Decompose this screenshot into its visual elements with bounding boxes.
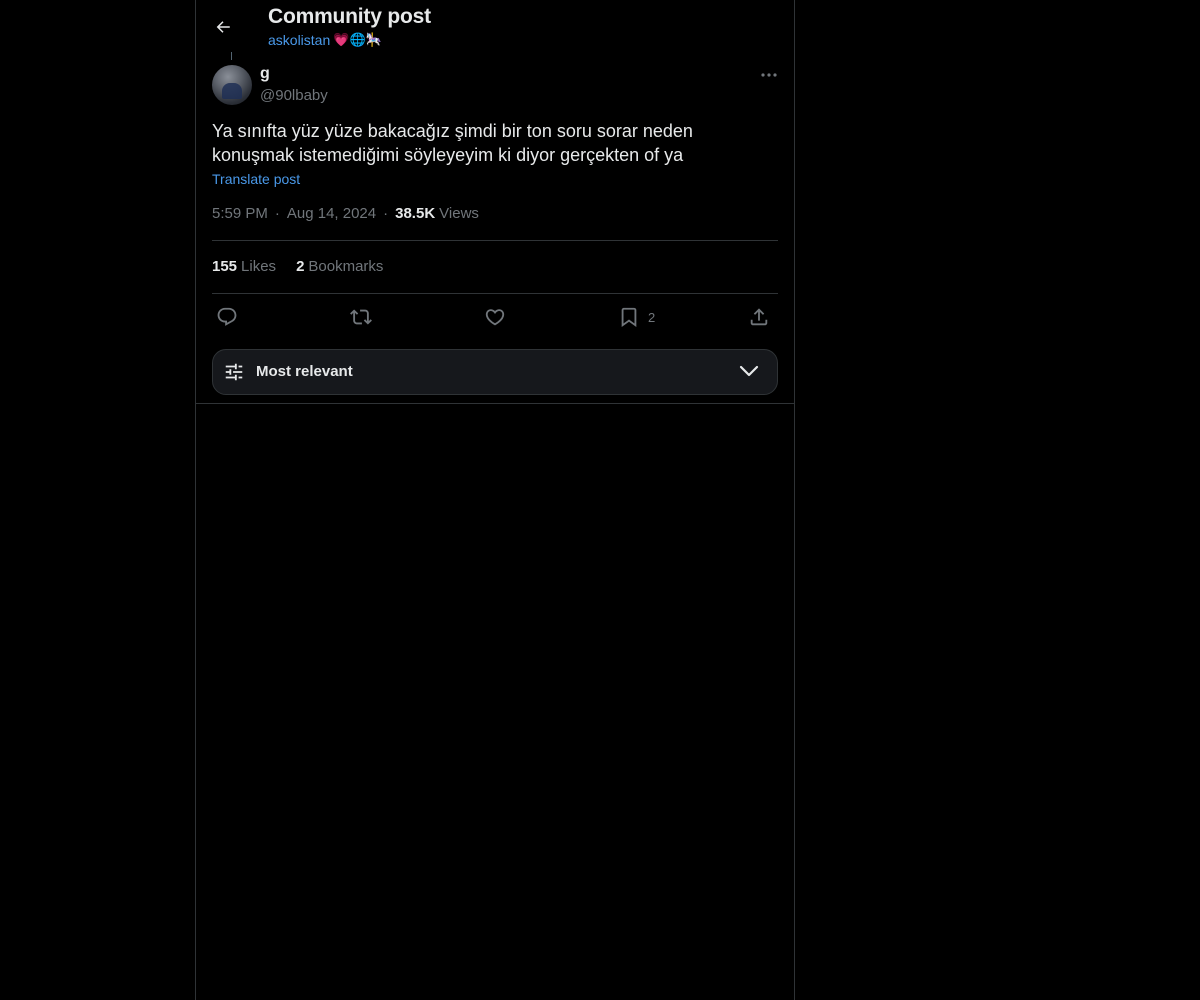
- author-handle[interactable]: @90lbaby: [260, 87, 328, 104]
- reply-sort-dropdown[interactable]: Most relevant: [212, 349, 778, 395]
- author-name[interactable]: g: [260, 65, 270, 83]
- community-name: askolistan: [268, 32, 331, 48]
- avatar[interactable]: [212, 65, 252, 105]
- translate-post-link[interactable]: Translate post: [212, 171, 300, 187]
- divider: [196, 403, 794, 404]
- bookmark-count: 2: [648, 309, 656, 325]
- sort-label: Most relevant: [256, 363, 353, 380]
- like-button[interactable]: [484, 302, 506, 332]
- likes-stat[interactable]: 155 Likes: [212, 258, 276, 275]
- arrow-left-icon: [216, 21, 230, 33]
- post-stats: 155 Likes 2 Bookmarks: [212, 258, 383, 275]
- heart-icon: [485, 309, 505, 326]
- repost-icon: [350, 309, 372, 325]
- community-link[interactable]: askolistan 💗🌐🎠: [268, 32, 382, 48]
- meta-separator: ·: [383, 205, 389, 222]
- repost-button[interactable]: [350, 302, 372, 332]
- post-meta: 5:59 PM · Aug 14, 2024 · 38.5K Views: [212, 205, 479, 222]
- action-bar: 2: [212, 302, 778, 332]
- post-date[interactable]: Aug 14, 2024: [287, 205, 376, 222]
- reply-button[interactable]: [216, 302, 238, 332]
- thread-connector: [231, 52, 232, 60]
- bookmark-icon: [621, 307, 637, 328]
- bookmarks-count: 2: [296, 258, 305, 275]
- divider: [212, 293, 778, 294]
- share-icon: [750, 308, 768, 326]
- likes-label: Likes: [241, 258, 277, 275]
- divider: [212, 240, 778, 241]
- page-title: Community post: [268, 5, 431, 28]
- share-button[interactable]: [748, 302, 770, 332]
- community-emojis: 💗🌐🎠: [333, 32, 382, 47]
- back-button[interactable]: [210, 14, 236, 40]
- more-options-button[interactable]: [758, 66, 780, 84]
- meta-separator: ·: [274, 205, 280, 222]
- bookmarks-label: Bookmarks: [308, 258, 384, 275]
- bookmarks-stat[interactable]: 2 Bookmarks: [296, 258, 383, 275]
- sliders-icon: [225, 363, 243, 381]
- post-text: Ya sınıfta yüz yüze bakacağız şimdi bir …: [212, 121, 693, 165]
- reply-icon: [217, 307, 237, 326]
- likes-count: 155: [212, 258, 238, 275]
- more-dots-icon: [761, 73, 777, 77]
- post-time[interactable]: 5:59 PM: [212, 205, 268, 222]
- views-count: 38.5K: [395, 205, 436, 222]
- chevron-down-icon: [739, 365, 759, 377]
- main-column: Community post askolistan 💗🌐🎠 g @90lbaby…: [195, 0, 795, 1000]
- views-label: Views: [439, 205, 479, 222]
- bookmark-button[interactable]: 2: [618, 302, 655, 332]
- page-header: Community post askolistan 💗🌐🎠: [196, 0, 794, 56]
